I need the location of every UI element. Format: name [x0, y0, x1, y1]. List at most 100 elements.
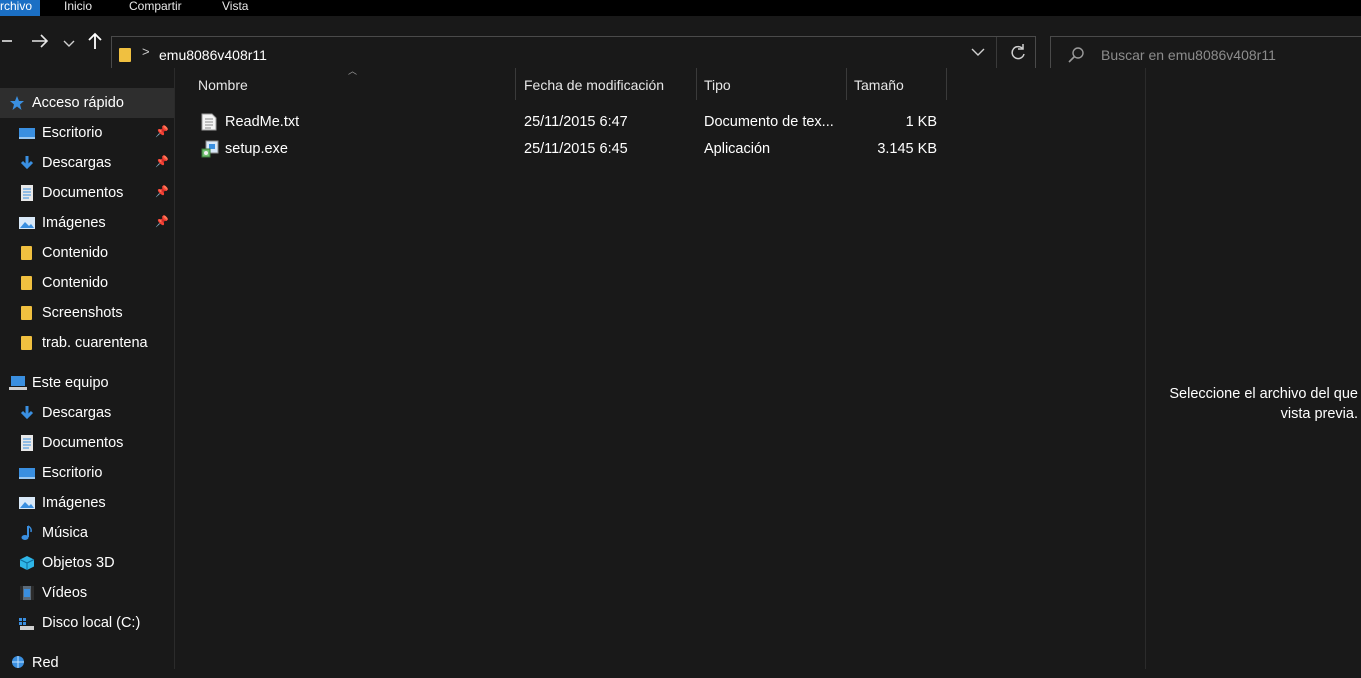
sidebar-item-label: Imágenes: [42, 215, 106, 231]
sidebar-item-label: Escritorio: [42, 465, 103, 481]
sidebar-item-label: Música: [42, 525, 88, 541]
pin-icon[interactable]: 📌: [155, 125, 169, 138]
sidebar-item-imagenes[interactable]: Imágenes 📌: [0, 208, 174, 238]
pin-icon[interactable]: 📌: [155, 185, 169, 198]
navigation-bar: > emu8086v408r11: [0, 16, 1361, 74]
sidebar-item-red[interactable]: Red: [0, 648, 174, 678]
column-header-tipo[interactable]: Tipo: [704, 70, 731, 100]
search-input[interactable]: [1101, 45, 1351, 65]
document-icon: [19, 435, 35, 451]
sort-indicator-icon: ︿: [348, 66, 358, 76]
sidebar-item-label: Descargas: [42, 155, 112, 171]
sidebar-item-pc-disco-local[interactable]: Disco local (C:): [0, 608, 174, 638]
file-name[interactable]: ReadMe.txt: [225, 114, 299, 130]
column-header-nombre[interactable]: Nombre: [198, 70, 248, 100]
pictures-icon: [19, 215, 35, 231]
column-divider[interactable]: [946, 68, 947, 100]
sidebar-item-quick-access[interactable]: Acceso rápido: [0, 88, 174, 118]
sidebar-item-label: Descargas: [42, 405, 112, 421]
tab-inicio[interactable]: Inicio: [64, 0, 92, 16]
download-icon: [19, 155, 35, 171]
sidebar-item-descargas[interactable]: Descargas 📌: [0, 148, 174, 178]
folder-icon: [19, 275, 35, 291]
file-date: 25/11/2015 6:47: [524, 114, 628, 130]
file-type: Aplicación: [704, 141, 771, 157]
sidebar-item-este-equipo[interactable]: Este equipo: [0, 368, 174, 398]
column-header-tamano[interactable]: Tamaño: [854, 70, 904, 100]
back-button[interactable]: [0, 32, 12, 52]
tab-archivo[interactable]: rchivo: [0, 0, 40, 16]
table-row[interactable]: setup.exe 25/11/2015 6:45 Aplicación 3.1…: [195, 137, 955, 163]
sidebar-item-contenido[interactable]: Contenido: [0, 238, 174, 268]
folder-icon: [19, 335, 35, 351]
sidebar-item-label: Acceso rápido: [32, 95, 124, 111]
column-divider[interactable]: [696, 68, 697, 100]
sidebar-item-contenido-2[interactable]: Contenido: [0, 268, 174, 298]
column-header-fecha[interactable]: Fecha de modificación: [524, 70, 664, 100]
preview-message-line-2: vista previa.: [1280, 406, 1358, 422]
folder-icon: [19, 305, 35, 321]
sidebar-item-label: trab. cuarentena: [42, 335, 148, 351]
tab-compartir[interactable]: Compartir: [129, 0, 182, 16]
sidebar-item-label: Vídeos: [42, 585, 88, 601]
sidebar-item-trab-cuarentena[interactable]: trab. cuarentena: [0, 328, 174, 358]
column-divider[interactable]: [515, 68, 516, 100]
sidebar-item-pc-videos[interactable]: Vídeos: [0, 578, 174, 608]
breadcrumb-chevron-icon[interactable]: >: [142, 44, 150, 59]
sidebar-item-label: Imágenes: [42, 495, 106, 511]
sidebar-item-pc-imagenes[interactable]: Imágenes: [0, 488, 174, 518]
forward-arrow-icon: [32, 34, 49, 48]
sidebar-item-pc-musica[interactable]: Música: [0, 518, 174, 548]
sidebar-item-screenshots[interactable]: Screenshots: [0, 298, 174, 328]
videos-icon: [19, 585, 35, 601]
recent-locations-button[interactable]: [62, 32, 76, 52]
download-icon: [19, 405, 35, 421]
drive-icon: [19, 615, 35, 631]
table-row[interactable]: ReadMe.txt 25/11/2015 6:47 Documento de …: [195, 110, 955, 136]
breadcrumb-current-folder[interactable]: emu8086v408r11: [159, 47, 267, 63]
desktop-icon: [19, 465, 35, 481]
text-file-icon: [201, 113, 217, 131]
sidebar-item-label: Screenshots: [42, 305, 123, 321]
sidebar-item-escritorio[interactable]: Escritorio 📌: [0, 118, 174, 148]
preview-message: Seleccione el archivo del que vista prev…: [1169, 384, 1358, 424]
sidebar-item-pc-documentos[interactable]: Documentos: [0, 428, 174, 458]
file-type: Documento de tex...: [704, 114, 834, 130]
sidebar-item-pc-escritorio[interactable]: Escritorio: [0, 458, 174, 488]
sidebar-item-label: Este equipo: [32, 375, 109, 391]
address-history-dropdown[interactable]: [971, 46, 985, 60]
up-arrow-icon: [88, 32, 102, 49]
file-size: 3.145 KB: [877, 141, 937, 157]
sidebar-item-pc-objetos-3d[interactable]: Objetos 3D: [0, 548, 174, 578]
sidebar-item-pc-descargas[interactable]: Descargas: [0, 398, 174, 428]
file-list: ︿ Nombre Fecha de modificación Tipo Tama…: [175, 66, 1145, 669]
computer-icon: [9, 375, 27, 391]
column-divider[interactable]: [846, 68, 847, 100]
preview-pane: Seleccione el archivo del que vista prev…: [1145, 68, 1361, 669]
sidebar-item-label: Disco local (C:): [42, 615, 141, 631]
music-icon: [19, 525, 35, 541]
pin-icon[interactable]: 📌: [155, 215, 169, 228]
file-date: 25/11/2015 6:45: [524, 141, 628, 157]
chevron-down-icon: [63, 40, 75, 47]
tab-vista[interactable]: Vista: [222, 0, 248, 16]
ribbon-tabs: rchivo Inicio Compartir Vista: [0, 0, 1361, 16]
file-name[interactable]: setup.exe: [225, 141, 288, 157]
chevron-down-icon: [971, 48, 985, 56]
refresh-button[interactable]: [1010, 43, 1026, 67]
refresh-icon: [1011, 44, 1025, 60]
navigation-pane: Acceso rápido Escritorio 📌 Descargas 📌 D…: [0, 68, 174, 671]
sidebar-item-label: Documentos: [42, 185, 124, 201]
up-button[interactable]: [87, 32, 103, 52]
back-arrow-icon: [2, 40, 12, 42]
folder-icon: [19, 245, 35, 261]
document-icon: [19, 185, 35, 201]
sidebar-item-documentos[interactable]: Documentos 📌: [0, 178, 174, 208]
desktop-icon: [19, 125, 35, 141]
pin-icon[interactable]: 📌: [155, 155, 169, 168]
sidebar-item-label: Contenido: [42, 275, 109, 291]
forward-button[interactable]: [30, 32, 50, 52]
3d-objects-icon: [19, 555, 35, 571]
file-size: 1 KB: [905, 114, 937, 130]
sidebar-item-label: Documentos: [42, 435, 124, 451]
